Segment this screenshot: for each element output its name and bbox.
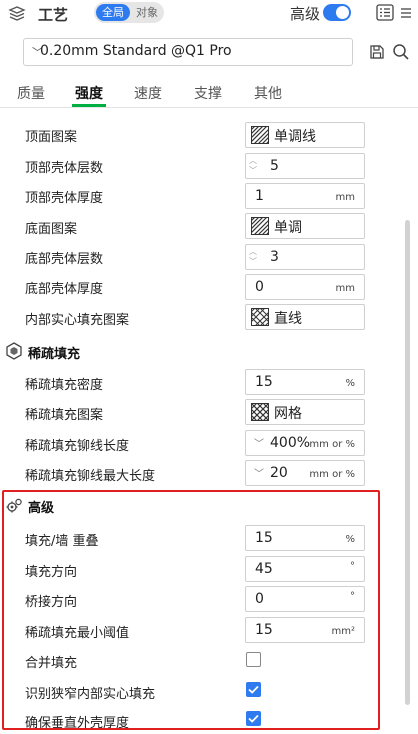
top-pattern-value: 单调线: [274, 129, 316, 145]
toggle-knob: [336, 6, 349, 19]
infill-direction-input[interactable]: 45 °: [245, 556, 365, 582]
tab-quality[interactable]: 质量: [17, 83, 45, 103]
ensure-vertical-shell-label: 确保垂直外壳厚度: [25, 716, 130, 731]
process-preset-dropdown[interactable]: ﹀ 0.20mm Standard @Q1 Pro: [23, 38, 353, 66]
save-icon[interactable]: [369, 44, 385, 60]
gears-icon: [6, 498, 22, 513]
bottom-shell-layers-spinner[interactable]: ︿ ﹀ 3: [245, 244, 365, 270]
unit-label: mm or %: [309, 439, 355, 450]
scope-object-option[interactable]: 对象: [132, 4, 162, 21]
tab-support[interactable]: 支撑: [194, 83, 222, 103]
process-layers-icon: [8, 6, 26, 21]
bridge-direction-input[interactable]: 0 °: [245, 586, 365, 612]
monotonic-line-pattern-icon: [251, 126, 269, 144]
sparse-density-value: 15: [255, 374, 273, 390]
top-shell-thickness-input[interactable]: 1 mm: [245, 183, 365, 209]
bottom-shell-thickness-value: 0: [255, 279, 264, 295]
unit-label: mm: [335, 192, 355, 203]
bridge-direction-label: 桥接方向: [25, 595, 78, 610]
merge-infill-checkbox[interactable]: [246, 652, 261, 667]
infill-direction-label: 填充方向: [25, 565, 78, 580]
unit-label: mm²: [331, 626, 356, 637]
chevron-down-icon[interactable]: ﹀: [254, 465, 264, 480]
merge-infill-label: 合并填充: [25, 656, 78, 671]
tab-others[interactable]: 其他: [254, 83, 282, 103]
bottom-shell-layers-label: 底部壳体层数: [25, 252, 104, 267]
advanced-toggle[interactable]: [323, 4, 351, 21]
infill-wall-overlap-input[interactable]: 15 %: [245, 525, 365, 551]
anchor-max-combo[interactable]: ﹀ 20 mm or %: [245, 460, 365, 486]
panel-title: 工艺: [38, 6, 69, 24]
unit-label: %: [345, 378, 355, 389]
detect-narrow-solid-label: 识别狭窄内部实心填充: [25, 687, 156, 702]
bottom-shell-thickness-input[interactable]: 0 mm: [245, 274, 365, 300]
spinner-arrows-icon[interactable]: ︿ ﹀: [249, 247, 257, 267]
sparse-pattern-label: 稀疏填充图案: [25, 408, 104, 423]
sparse-pattern-value: 网格: [274, 406, 302, 422]
anchor-length-combo[interactable]: ﹀ 400% mm or %: [245, 430, 365, 456]
sparse-pattern-select[interactable]: 网格: [245, 399, 365, 425]
top-shell-layers-spinner[interactable]: ︿ ﹀ 5: [245, 153, 365, 179]
tab-strength[interactable]: 强度: [75, 83, 103, 103]
bottom-pattern-select[interactable]: 单调: [245, 213, 365, 239]
anchor-length-label: 稀疏填充铆线长度: [25, 439, 130, 454]
scrollbar[interactable]: [405, 220, 410, 705]
anchor-max-label: 稀疏填充铆线最大长度: [25, 469, 156, 484]
unit-label: mm: [335, 283, 355, 294]
infill-wall-overlap-value: 15: [255, 530, 273, 546]
tab-divider: [0, 107, 418, 108]
min-sparse-threshold-label: 稀疏填充最小阈值: [25, 626, 130, 641]
bottom-pattern-label: 底面图案: [25, 222, 78, 237]
sparse-density-label: 稀疏填充密度: [25, 378, 104, 393]
sparse-density-input[interactable]: 15 %: [245, 369, 365, 395]
bottom-pattern-value: 单调: [274, 220, 302, 236]
unit-label: °: [350, 561, 355, 572]
compare-list-icon[interactable]: [376, 4, 394, 21]
top-shell-thickness-label: 顶部壳体厚度: [25, 191, 104, 206]
monotonic-pattern-icon: [251, 217, 269, 235]
anchor-max-value: 20: [270, 465, 288, 481]
unit-label: %: [345, 534, 355, 545]
bridge-direction-value: 0: [255, 591, 264, 607]
bottom-shell-layers-value: 3: [270, 249, 279, 265]
honeycomb-infill-icon: [6, 342, 22, 360]
scope-global-option[interactable]: 全局: [96, 4, 130, 21]
top-pattern-select[interactable]: 单调线: [245, 122, 365, 148]
chevron-down-icon[interactable]: ﹀: [254, 435, 264, 450]
infill-wall-overlap-label: 填充/墙 重叠: [25, 534, 99, 549]
ensure-vertical-shell-checkbox[interactable]: [246, 711, 261, 726]
search-icon[interactable]: [392, 43, 410, 61]
sparse-infill-section-title: 稀疏填充: [28, 347, 81, 362]
min-sparse-threshold-value: 15: [255, 622, 273, 638]
infill-direction-value: 45: [255, 561, 273, 577]
advanced-label: 高级: [290, 5, 321, 23]
advanced-section-title: 高级: [28, 501, 55, 516]
unit-label: mm or %: [309, 469, 355, 480]
top-pattern-label: 顶面图案: [25, 130, 78, 145]
scope-toggle[interactable]: 全局 对象: [94, 2, 164, 23]
anchor-length-value: 400%: [270, 435, 311, 451]
checkmark-icon: [248, 714, 259, 723]
detect-narrow-solid-checkbox[interactable]: [246, 682, 261, 697]
process-header: 工艺 全局 对象 高级: [0, 0, 418, 26]
top-shell-layers-value: 5: [270, 158, 279, 174]
min-sparse-threshold-input[interactable]: 15 mm²: [245, 617, 365, 643]
internal-solid-pattern-select[interactable]: 直线: [245, 304, 365, 330]
unit-label: °: [350, 591, 355, 602]
checkmark-icon: [248, 685, 259, 694]
top-shell-thickness-value: 1: [255, 188, 264, 204]
grid-pattern-icon: [251, 403, 269, 421]
tab-speed[interactable]: 速度: [134, 83, 162, 103]
internal-solid-pattern-value: 直线: [274, 311, 302, 327]
more-options-icon[interactable]: [399, 6, 413, 20]
preset-name: 0.20mm Standard @Q1 Pro: [40, 43, 232, 59]
top-shell-layers-label: 顶部壳体层数: [25, 161, 104, 176]
rectilinear-pattern-icon: [251, 308, 269, 326]
spinner-arrows-icon[interactable]: ︿ ﹀: [249, 156, 257, 176]
internal-solid-pattern-label: 内部实心填充图案: [25, 313, 130, 328]
bottom-shell-thickness-label: 底部壳体厚度: [25, 282, 104, 297]
